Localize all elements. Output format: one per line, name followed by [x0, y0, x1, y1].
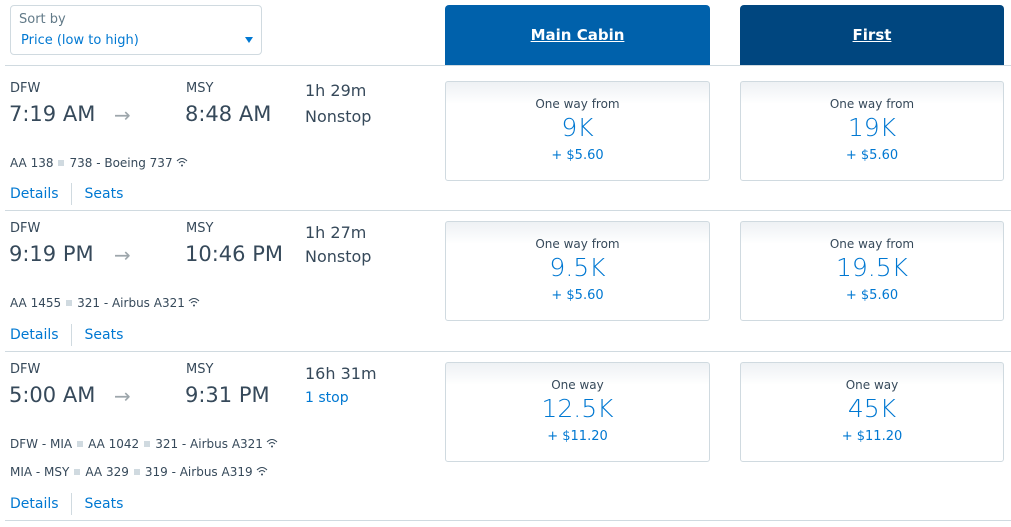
origin-airport: DFW [10, 81, 41, 96]
stops-link[interactable]: 1 stop [305, 390, 349, 406]
arrive-time: 9:31 PM [185, 383, 270, 407]
flight-links: Details Seats [10, 493, 123, 515]
fare-label: One way from [829, 97, 915, 111]
wifi-icon [188, 297, 200, 310]
fare-first[interactable]: One way from 19K + $5.60 [740, 81, 1004, 181]
separator-square [144, 441, 151, 447]
sort-value: Price (low to high) [21, 33, 139, 48]
fare-tax: + $11.20 [841, 429, 903, 444]
fare-label: One way from [535, 97, 620, 111]
details-link[interactable]: Details [10, 327, 59, 343]
fare-miles: 9K [561, 113, 594, 142]
fare-miles: 19.5K [835, 253, 909, 282]
divider [5, 65, 1011, 66]
fare-miles: 9.5K [549, 253, 606, 282]
segment-route: MIA - MSY [10, 465, 70, 479]
depart-time: 5:00 AM [9, 383, 96, 407]
fare-miles: 12.5K [541, 394, 614, 423]
fare-first[interactable]: One way from 19.5K + $5.60 [740, 221, 1004, 321]
depart-time: 9:19 PM [9, 242, 94, 266]
flight-number: AA 329 [85, 465, 129, 479]
cabin-header-first[interactable]: First [740, 5, 1004, 65]
link-separator [70, 183, 72, 205]
duration: 1h 27m [305, 223, 367, 242]
fare-miles: 45K [847, 394, 897, 423]
flight-links: Details Seats [10, 183, 123, 205]
arrow-right-icon: → [114, 243, 131, 267]
arrive-time: 10:46 PM [185, 242, 283, 266]
fare-tax: + $5.60 [845, 148, 899, 163]
fare-tax: + $11.20 [547, 429, 608, 444]
flight-number: AA 138 [10, 156, 54, 170]
segment-info: AA 138 738 - Boeing 737 [10, 156, 188, 170]
wifi-icon [176, 157, 188, 170]
separator-square [66, 300, 73, 306]
details-link[interactable]: Details [10, 496, 59, 512]
sort-label: Sort by [19, 12, 66, 27]
separator-square [74, 469, 81, 475]
fare-main-cabin[interactable]: One way from 9.5K + $5.60 [445, 221, 710, 321]
destination-airport: MSY [186, 221, 214, 236]
fare-main-cabin[interactable]: One way from 9K + $5.60 [445, 81, 710, 181]
divider [5, 351, 1011, 352]
fare-label: One way from [535, 237, 620, 251]
segment-info: DFW - MIA AA 1042 321 - Airbus A321 [10, 437, 278, 451]
duration: 1h 29m [305, 81, 367, 100]
fare-main-cabin[interactable]: One way 12.5K + $11.20 [445, 362, 710, 462]
origin-airport: DFW [10, 362, 41, 377]
arrow-right-icon: → [114, 384, 131, 408]
destination-airport: MSY [186, 362, 214, 377]
seats-link[interactable]: Seats [85, 327, 124, 343]
duration: 16h 31m [305, 364, 377, 383]
depart-time: 7:19 AM [9, 102, 96, 126]
caret-down-icon [245, 37, 253, 43]
fare-label: One way [551, 378, 604, 392]
segment-info: AA 1455 321 - Airbus A321 [10, 296, 200, 310]
fare-tax: + $5.60 [845, 288, 899, 303]
sort-dropdown[interactable]: Sort by Price (low to high) [10, 5, 262, 55]
divider [5, 520, 1011, 521]
origin-airport: DFW [10, 221, 41, 236]
segment-route: DFW - MIA [10, 437, 73, 451]
stops: Nonstop [305, 107, 372, 126]
aircraft: 319 - Airbus A319 [144, 465, 253, 479]
fare-tax: + $5.60 [551, 148, 604, 163]
aircraft: 738 - Boeing 737 [69, 156, 173, 170]
seats-link[interactable]: Seats [85, 186, 124, 202]
fare-miles: 19K [847, 113, 897, 142]
wifi-icon [256, 466, 268, 479]
separator-square [58, 160, 65, 166]
fare-tax: + $5.60 [551, 288, 604, 303]
fare-label: One way from [829, 237, 915, 251]
aircraft: 321 - Airbus A321 [77, 296, 185, 310]
details-link[interactable]: Details [10, 186, 59, 202]
arrive-time: 8:48 AM [185, 102, 272, 126]
arrow-right-icon: → [114, 103, 131, 127]
separator-square [77, 441, 84, 447]
cabin-header-main-cabin[interactable]: Main Cabin [445, 5, 710, 65]
flight-links: Details Seats [10, 324, 123, 346]
stops: Nonstop [305, 247, 372, 266]
seats-link[interactable]: Seats [85, 496, 124, 512]
destination-airport: MSY [186, 81, 214, 96]
separator-square [133, 469, 140, 475]
link-separator [70, 493, 72, 515]
fare-first[interactable]: One way 45K + $11.20 [740, 362, 1004, 462]
flight-number: AA 1455 [10, 296, 62, 310]
segment-info: MIA - MSY AA 329 319 - Airbus A319 [10, 465, 268, 479]
divider [5, 210, 1011, 211]
flight-number: AA 1042 [88, 437, 140, 451]
aircraft: 321 - Airbus A321 [155, 437, 263, 451]
fare-label: One way [845, 378, 899, 392]
wifi-icon [266, 438, 278, 451]
link-separator [70, 324, 72, 346]
